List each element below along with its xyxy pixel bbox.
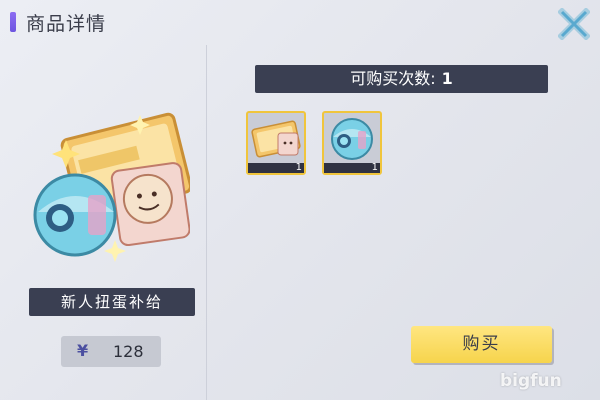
gacha-bundle-icon	[33, 112, 190, 262]
price-tag: ¥ 128	[61, 336, 161, 367]
purchase-count-label: 可购买次数:	[350, 69, 436, 88]
product-summary: 新人扭蛋补给 ¥ 128	[0, 45, 207, 400]
reward-item-ticket[interactable]: 1	[246, 111, 306, 175]
buy-button[interactable]: 购买	[411, 326, 552, 363]
watermark: bigfun	[500, 371, 562, 391]
item-quantity: 1	[295, 162, 302, 173]
item-quantity: 1	[371, 162, 378, 173]
product-name: 新人扭蛋补给	[29, 288, 195, 316]
ticket-card-icon	[251, 120, 301, 158]
purchase-count-bar: 可购买次数: 1	[255, 65, 548, 93]
capsule-ball-icon	[331, 118, 373, 160]
reward-item-capsule[interactable]: 1	[322, 111, 382, 175]
close-button[interactable]	[557, 7, 591, 41]
page-title: 商品详情	[26, 13, 107, 35]
currency-symbol: ¥	[77, 341, 89, 360]
product-detail-panel: 商品详情 新人扭蛋补给 ¥ 128 可购买次数: 1 1 1 购买 bigfun	[0, 0, 600, 400]
purchase-count-value: 1	[441, 69, 453, 88]
title-accent-bar	[10, 12, 16, 32]
close-icon	[557, 7, 591, 41]
price-value: 128	[113, 342, 144, 361]
